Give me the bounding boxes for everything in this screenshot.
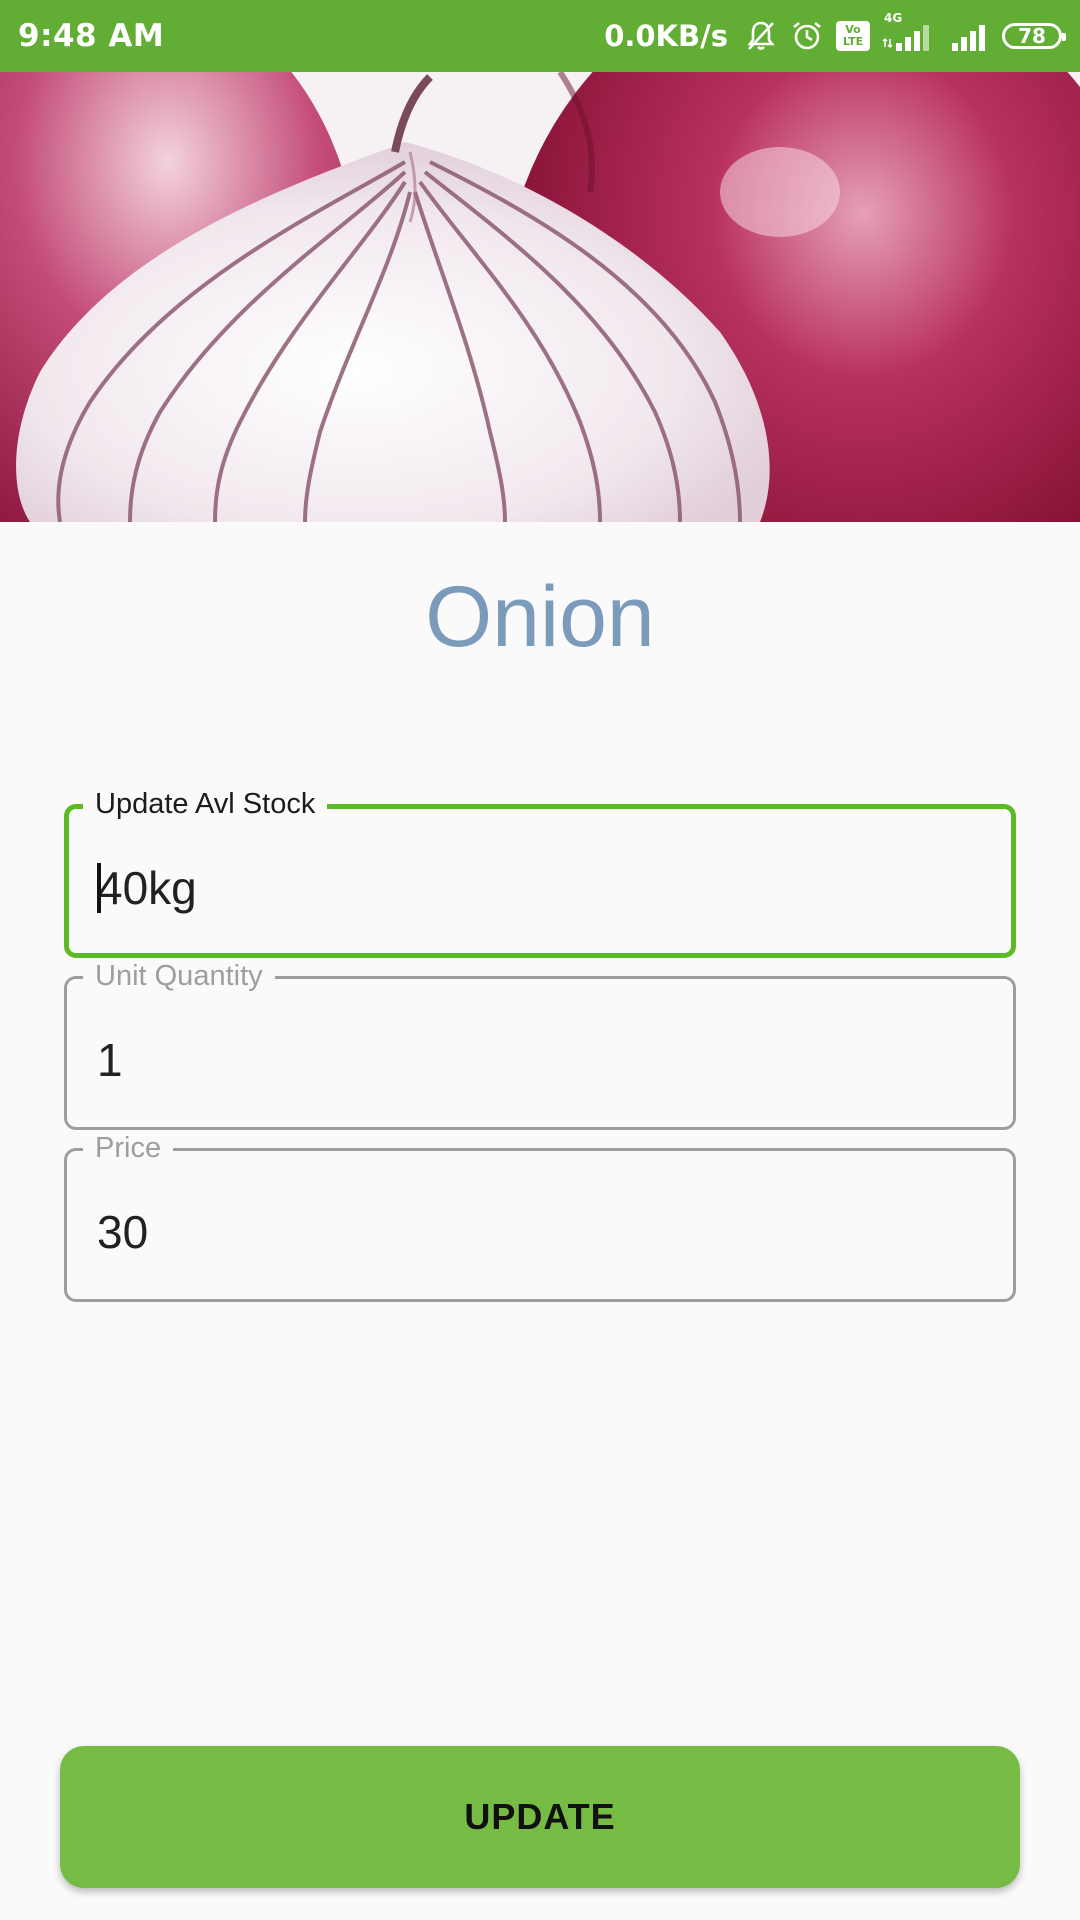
price-input[interactable]: 30: [97, 1205, 148, 1259]
price-label: Price: [83, 1131, 174, 1165]
stock-value: 40kg: [97, 862, 197, 914]
network-type-label: 4G: [884, 11, 903, 25]
status-icons: 0.0KB/s Vo LTE 4G 78: [604, 11, 1066, 53]
stock-field-label: Update Avl Stock: [83, 787, 328, 821]
status-bar: 9:48 AM 0.0KB/s Vo LTE 4G 78: [0, 0, 1080, 72]
onion-image: [0, 72, 1080, 522]
bell-off-icon: [744, 19, 778, 53]
unit-quantity-field[interactable]: Unit Quantity 1: [64, 959, 1016, 1130]
alarm-icon: [790, 19, 824, 53]
network-speed: 0.0KB/s: [604, 19, 728, 53]
volte-bottom-text: LTE: [842, 35, 864, 48]
price-field[interactable]: Price 30: [64, 1131, 1016, 1302]
signal-icon: [950, 19, 990, 53]
unit-quantity-label: Unit Quantity: [83, 959, 275, 993]
stock-field[interactable]: Update Avl Stock 40kg: [64, 787, 1016, 958]
signal-4g-icon: 4G: [882, 11, 938, 53]
unit-quantity-input[interactable]: 1: [97, 1033, 123, 1087]
status-time: 9:48 AM: [18, 18, 165, 54]
text-cursor: [97, 862, 101, 913]
battery-icon: 78: [1002, 23, 1066, 49]
stock-input[interactable]: 40kg: [97, 861, 197, 917]
battery-level: 78: [1018, 24, 1046, 48]
update-button[interactable]: UPDATE: [60, 1746, 1020, 1888]
volte-icon: Vo LTE: [836, 21, 870, 51]
product-title: Onion: [425, 569, 655, 665]
